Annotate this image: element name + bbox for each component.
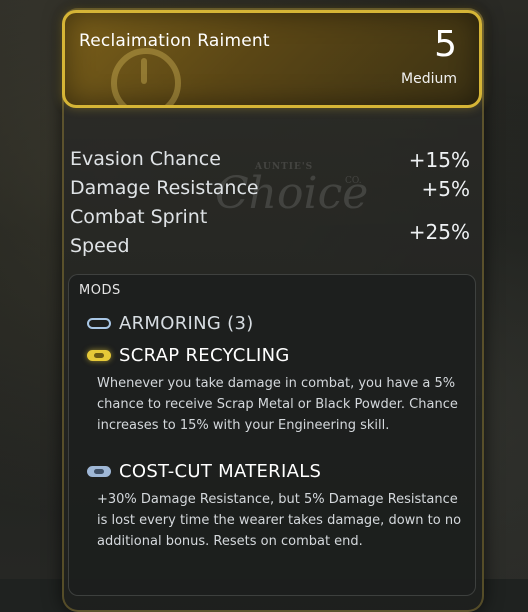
gold-mod-icon	[87, 350, 111, 361]
item-name: Reclaimation Raiment	[79, 31, 270, 51]
item-value: 5	[434, 24, 457, 65]
blue-mod-icon	[87, 466, 111, 477]
stat-row: Damage Resistance +5%	[70, 174, 470, 203]
stat-value: +15%	[408, 147, 470, 172]
empty-slot-icon	[87, 318, 111, 329]
mod-name: COST-CUT MATERIALS	[119, 461, 322, 482]
mod-slot-armoring[interactable]: ARMORING (3)	[87, 313, 254, 334]
stat-label: Damage Resistance	[70, 177, 259, 199]
mod-slot-cost-cut-materials[interactable]: COST-CUT MATERIALS	[87, 461, 321, 482]
stat-row: Evasion Chance +15%	[70, 145, 470, 174]
item-header: Reclaimation Raiment 5 Medium	[62, 10, 482, 108]
stats-list: Evasion Chance +15% Damage Resistance +5…	[70, 145, 470, 261]
stat-label: Evasion Chance	[70, 148, 221, 170]
faction-emblem-icon	[111, 48, 181, 105]
stat-value: +25%	[408, 220, 470, 244]
stat-row: Combat Sprint Speed +25%	[70, 203, 470, 261]
mod-description: Whenever you take damage in combat, you …	[97, 376, 458, 433]
stat-label: Combat Sprint Speed	[70, 206, 208, 257]
mod-slot-scrap-recycling[interactable]: SCRAP RECYCLING	[87, 345, 290, 366]
item-weight-class: Medium	[401, 71, 457, 87]
stat-value: +5%	[421, 176, 471, 201]
mod-name: ARMORING (3)	[119, 313, 254, 334]
mods-panel: MODS ARMORING (3) SCRAP RECYCLING Whenev…	[68, 274, 476, 596]
mod-description: +30% Damage Resistance, but 5% Damage Re…	[97, 492, 462, 549]
mods-title: MODS	[79, 283, 121, 298]
mod-name: SCRAP RECYCLING	[119, 345, 290, 366]
